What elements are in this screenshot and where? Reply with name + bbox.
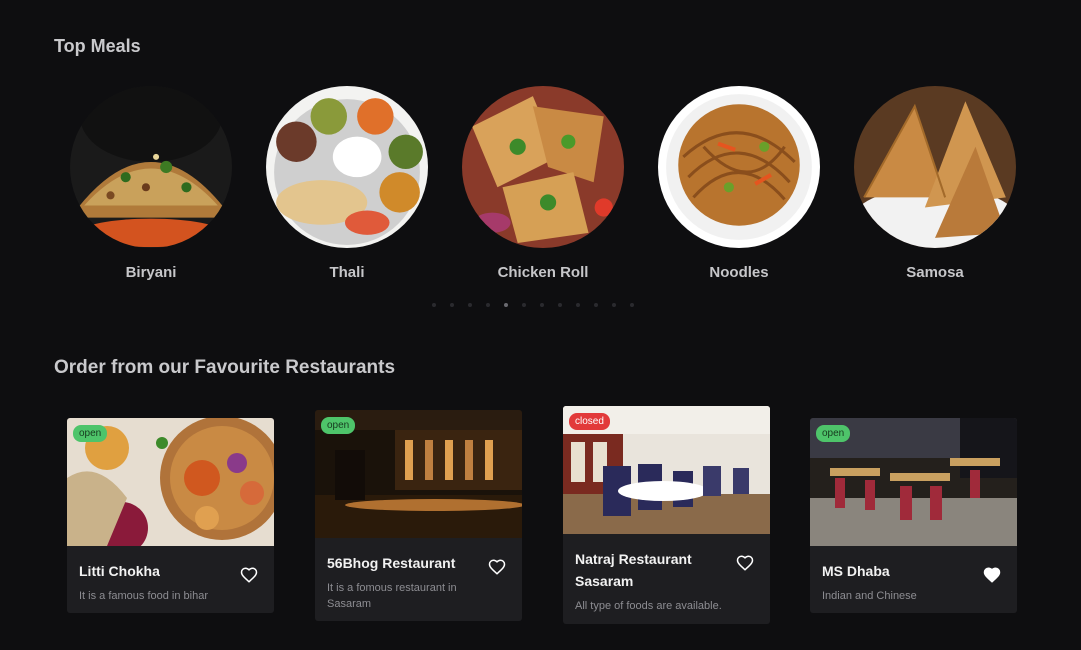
restaurant-image[interactable]: open (810, 418, 1017, 546)
meal-item-biryani[interactable]: Biryani (70, 86, 232, 281)
restaurant-name: Natraj Restaurant Sasaram (575, 551, 692, 589)
meal-label: Noodles (709, 264, 769, 281)
restaurant-image[interactable]: open (67, 418, 274, 546)
meal-item-thali[interactable]: Thali (266, 86, 428, 281)
meal-label: Biryani (125, 264, 177, 281)
restaurants-title: Order from our Favourite Restaurants (54, 357, 396, 378)
carousel-dot[interactable] (576, 303, 580, 307)
status-badge: open (73, 425, 108, 442)
status-badge: closed (569, 413, 610, 430)
meal-image[interactable] (854, 86, 1016, 248)
card-body: Litti Chokha It is a famous food in biha… (67, 546, 274, 613)
restaurant-description: It is a fomous restaurant in Sasaram (327, 582, 457, 610)
card-body: Natraj Restaurant Sasaram All type of fo… (563, 534, 770, 624)
status-badge: open (816, 425, 851, 442)
carousel-dots (432, 303, 634, 307)
restaurant-name: MS Dhaba (822, 563, 890, 579)
carousel-dot[interactable] (486, 303, 490, 307)
carousel-dot[interactable] (630, 303, 634, 307)
carousel-dot[interactable] (522, 303, 526, 307)
carousel-dot[interactable] (540, 303, 544, 307)
carousel-dot[interactable] (504, 303, 508, 307)
meal-item-samosa[interactable]: Samosa (854, 86, 1016, 281)
favorite-heart-icon[interactable] (240, 566, 258, 584)
carousel-dot[interactable] (612, 303, 616, 307)
meal-image[interactable] (658, 86, 820, 248)
carousel-dot[interactable] (468, 303, 472, 307)
meal-image[interactable] (266, 86, 428, 248)
restaurant-description: It is a famous food in bihar (79, 590, 209, 602)
restaurant-card-litti-chokha[interactable]: open Litti Chokha It is a famous food in… (67, 418, 274, 613)
restaurant-card-56bhog[interactable]: open 56Bhog Restaurant It is a fomous re… (315, 410, 522, 621)
restaurant-description: All type of foods are available. (575, 600, 722, 612)
meal-image[interactable] (70, 86, 232, 248)
page: Top Meals Biryani Thali Chicken Roll Noo… (0, 0, 1081, 650)
status-badge: open (321, 417, 356, 434)
top-meals-title: Top Meals (54, 36, 141, 56)
favorite-heart-icon[interactable] (736, 554, 754, 572)
restaurant-name: 56Bhog Restaurant (327, 555, 456, 571)
card-body: MS Dhaba Indian and Chinese (810, 546, 1017, 613)
meal-label: Chicken Roll (497, 264, 589, 281)
restaurant-card-natraj[interactable]: closed Natraj Restaurant Sasaram All typ… (563, 406, 770, 624)
card-body: 56Bhog Restaurant It is a fomous restaur… (315, 538, 522, 621)
carousel-dot[interactable] (432, 303, 436, 307)
restaurant-description: Indian and Chinese (822, 590, 917, 602)
favorite-heart-filled-icon[interactable] (983, 566, 1001, 584)
meal-label: Samosa (906, 264, 964, 281)
meal-item-chicken-roll[interactable]: Chicken Roll (462, 86, 624, 281)
restaurant-image[interactable]: open (315, 410, 522, 538)
carousel-dot[interactable] (594, 303, 598, 307)
restaurant-image[interactable]: closed (563, 406, 770, 534)
meal-item-noodles[interactable]: Noodles (658, 86, 820, 281)
favorite-heart-icon[interactable] (488, 558, 506, 576)
restaurant-card-ms-dhaba[interactable]: open MS Dhaba Indian and Chinese (810, 418, 1017, 613)
meal-image[interactable] (462, 86, 624, 248)
meal-label: Thali (329, 264, 365, 281)
restaurant-name: Litti Chokha (79, 563, 160, 579)
carousel-dot[interactable] (450, 303, 454, 307)
carousel-dot[interactable] (558, 303, 562, 307)
